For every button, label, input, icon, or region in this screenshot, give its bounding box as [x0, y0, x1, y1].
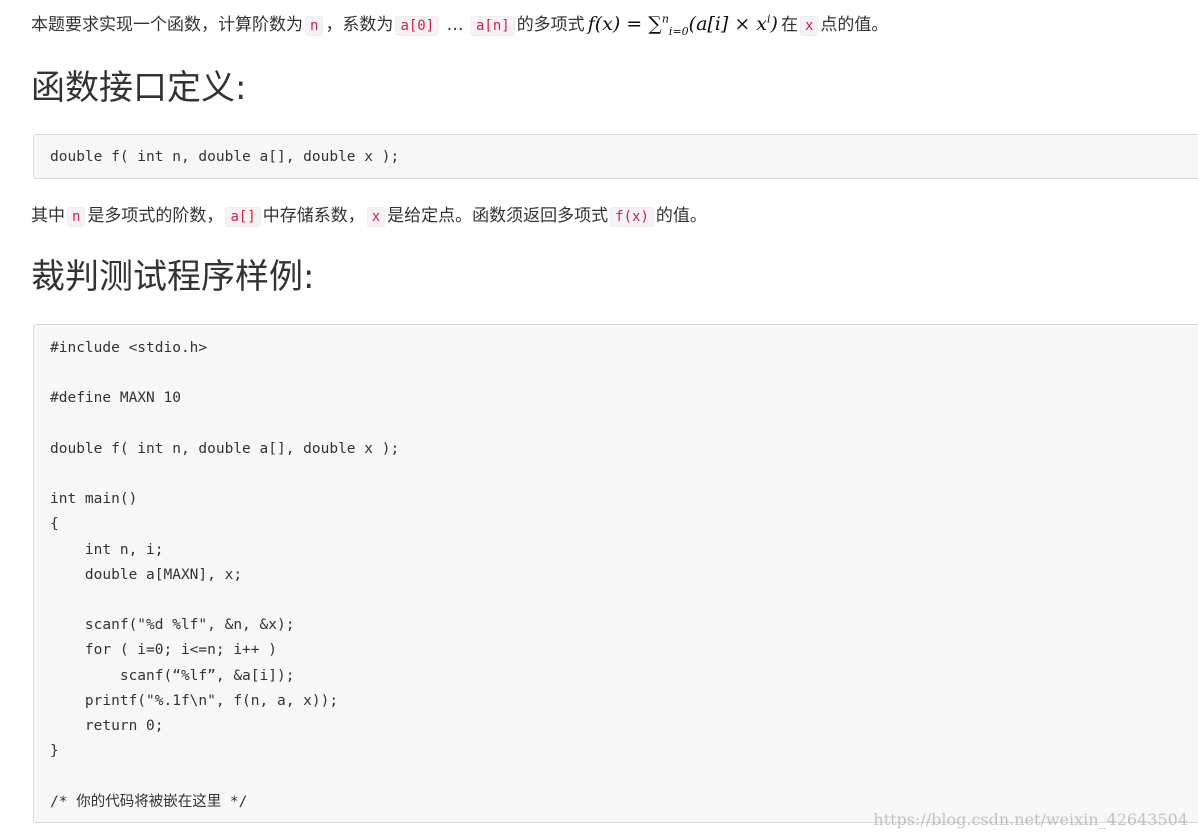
- formula-body: (a[i] × x: [688, 13, 768, 35]
- formula-close: ): [770, 13, 778, 35]
- test-code-block: #include <stdio.h> #define MAXN 10 doubl…: [33, 324, 1198, 823]
- formula-lhs: f(x) = ∑: [587, 13, 662, 35]
- test-program-heading: 裁判测试程序样例:: [31, 257, 315, 297]
- desc-text-5: 的值。: [655, 206, 707, 226]
- problem-intro: 本题要求实现一个函数，计算阶数为 n ，系数为 a[0] … a[n] 的多项式 f(x)…: [31, 12, 888, 38]
- inline-code-an: a[n]: [470, 16, 515, 36]
- test-code: #include <stdio.h> #define MAXN 10 doubl…: [50, 340, 400, 810]
- intro-text-3: 的多项式: [516, 15, 585, 35]
- desc-code-a: a[]: [225, 207, 261, 227]
- desc-code-x: x: [366, 207, 386, 227]
- desc-code-fx: f(x): [610, 207, 654, 227]
- desc-text-4: 是给定点。函数须返回多项式: [387, 206, 609, 226]
- intro-text-2: ，系数为: [325, 15, 394, 35]
- inline-code-n: n: [305, 16, 324, 36]
- formula-sup-n: n: [661, 12, 669, 26]
- desc-text-3: 中存储系数，: [262, 206, 365, 226]
- intro-text-4: 在: [780, 15, 798, 35]
- inline-code-a0: a[0]: [395, 16, 440, 36]
- function-description: 其中 n 是多项式的阶数， a[] 中存储系数， x 是给定点。函数须返回多项式 f(x) 的值…: [31, 204, 707, 229]
- intro-text-1: 本题要求实现一个函数，计算阶数为: [31, 15, 303, 35]
- desc-code-n: n: [67, 207, 86, 227]
- interface-code-block: double f( int n, double a[], double x );: [33, 134, 1198, 179]
- interface-heading: 函数接口定义:: [31, 68, 247, 108]
- desc-text-1: 其中: [31, 206, 65, 226]
- intro-ellipsis: …: [446, 15, 464, 35]
- watermark-url: https://blog.csdn.net/weixin_42643504: [873, 810, 1188, 829]
- inline-code-x: x: [799, 16, 819, 36]
- formula-sub-i0: i=0: [668, 24, 689, 38]
- problem-page: 本题要求实现一个函数，计算阶数为 n ，系数为 a[0] … a[n] 的多项式 f(x)…: [0, 0, 1198, 837]
- interface-code: double f( int n, double a[], double x );: [50, 149, 400, 165]
- intro-text-5: 点的值。: [820, 15, 889, 35]
- polynomial-formula: f(x) = ∑ni=0(a[i] × xi): [587, 12, 778, 38]
- desc-text-2: 是多项式的阶数，: [87, 206, 224, 226]
